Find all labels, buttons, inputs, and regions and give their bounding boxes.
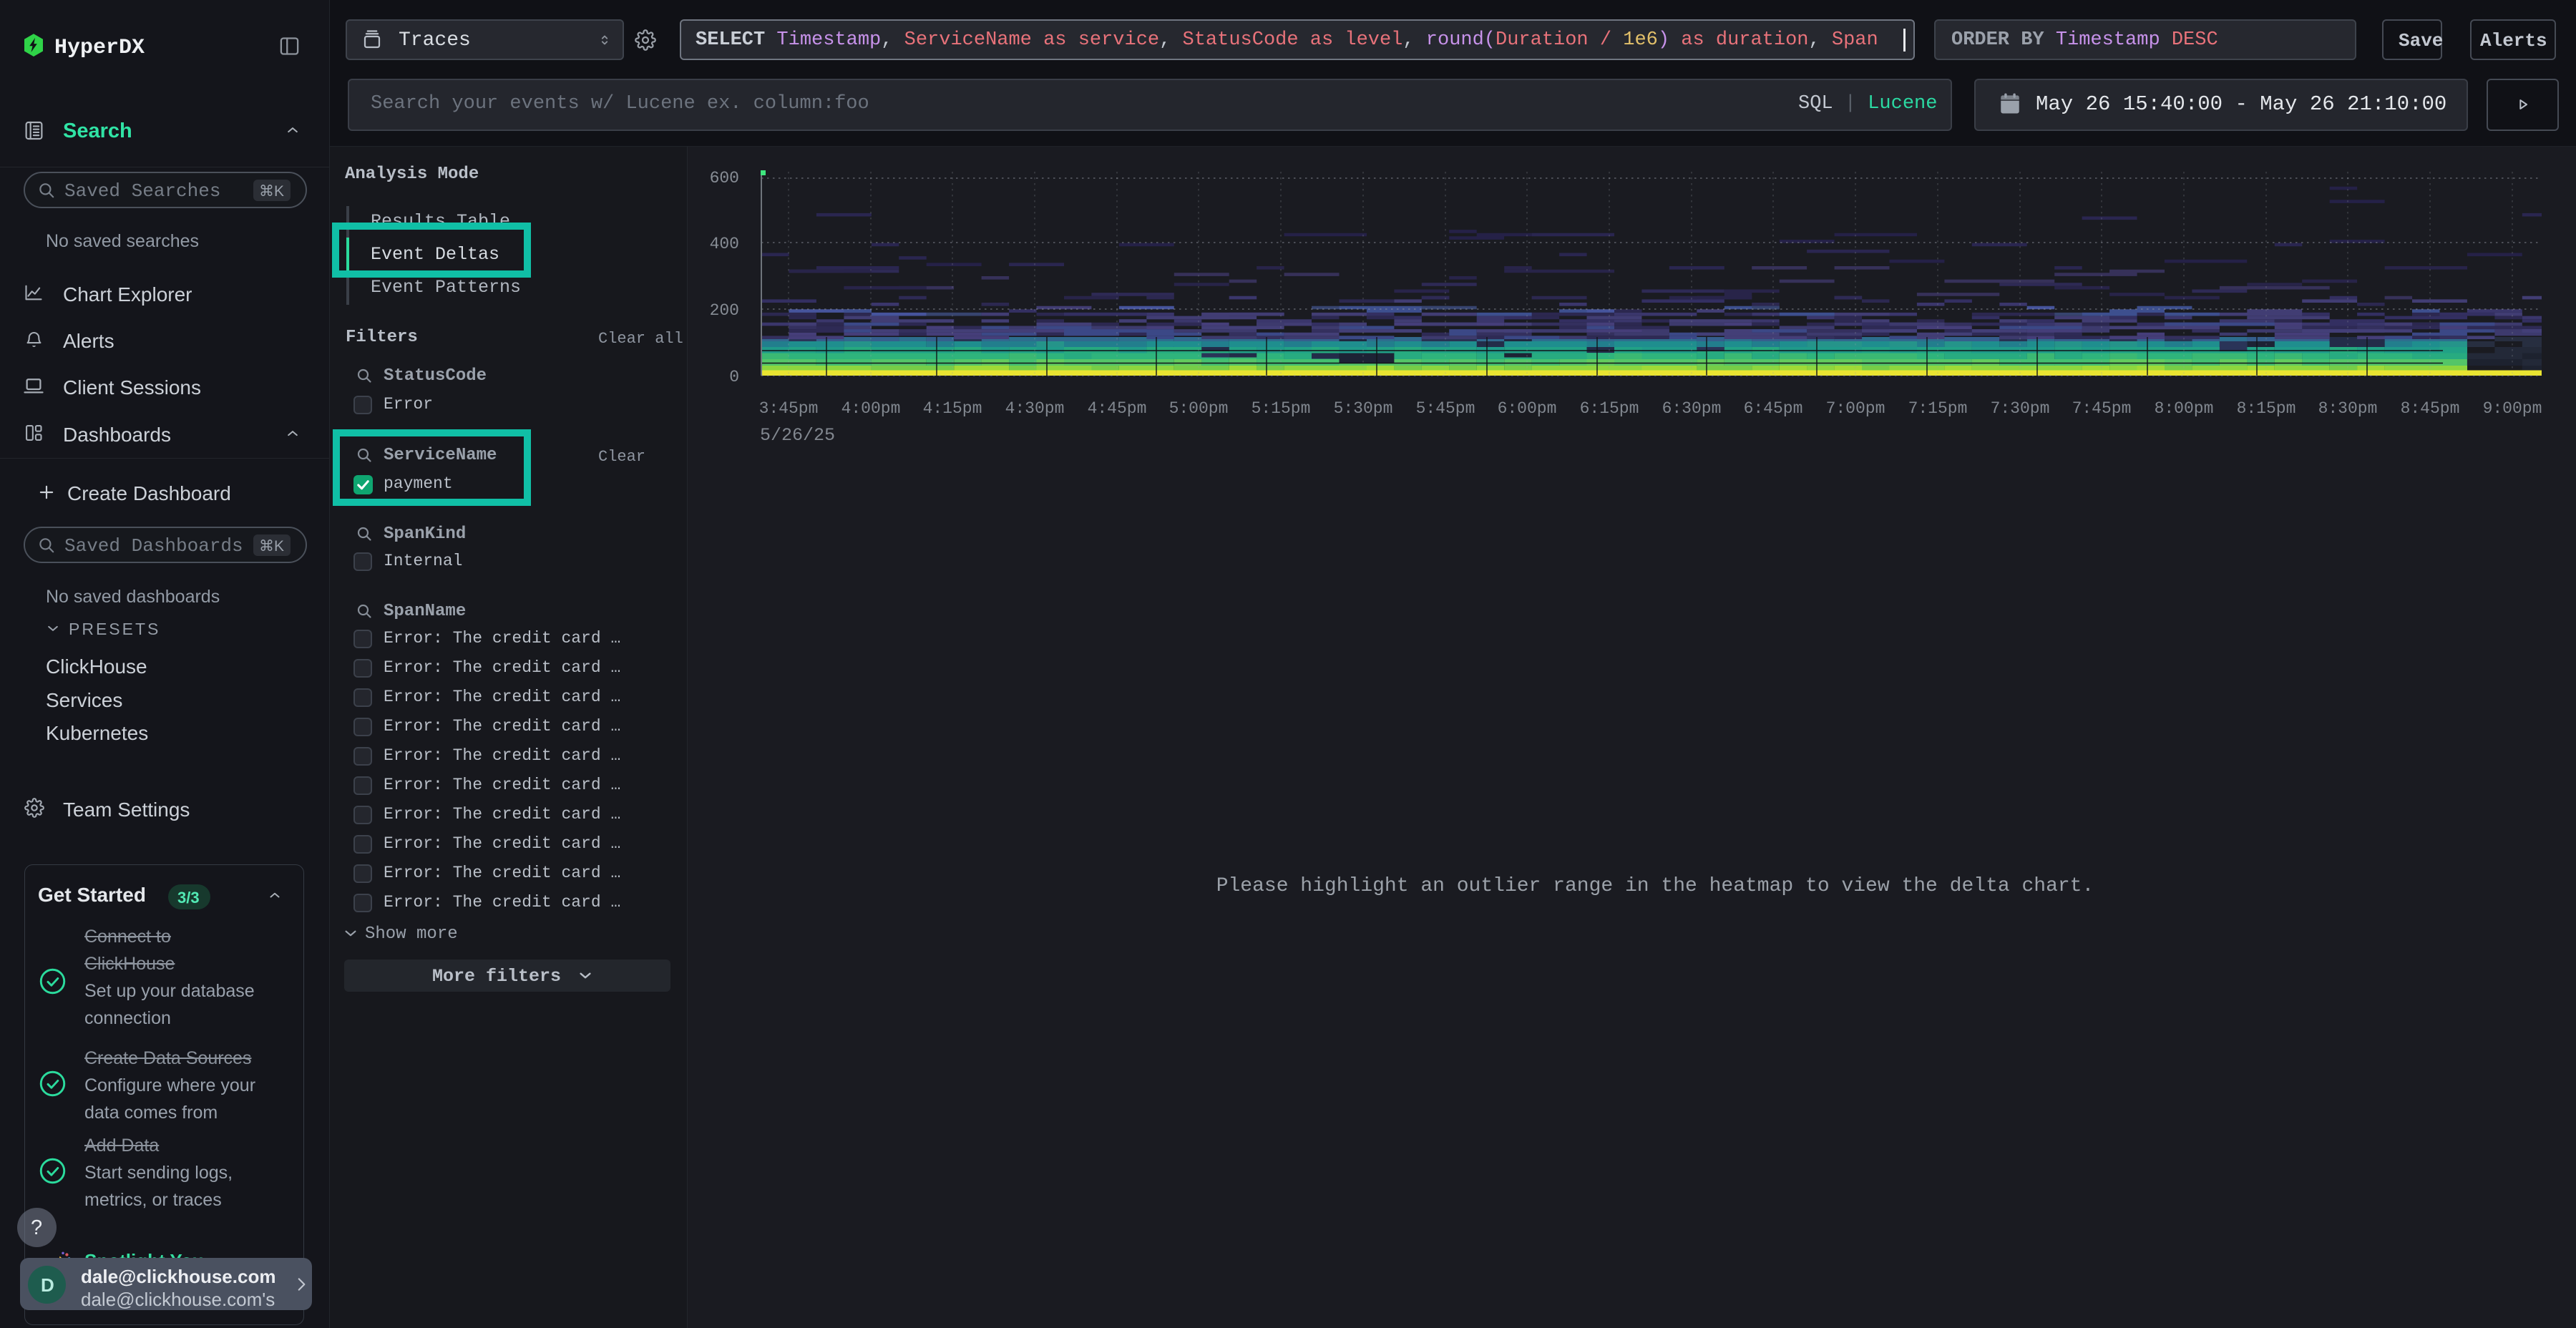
svg-text:0: 0 — [729, 368, 739, 386]
svg-text:7:45pm: 7:45pm — [2072, 399, 2132, 418]
svg-text:8:00pm: 8:00pm — [2155, 399, 2214, 418]
svg-text:6:30pm: 6:30pm — [1662, 399, 1722, 418]
svg-text:5:45pm: 5:45pm — [1416, 399, 1475, 418]
svg-text:5:15pm: 5:15pm — [1252, 399, 1311, 418]
svg-text:5:00pm: 5:00pm — [1169, 399, 1229, 418]
svg-text:6:45pm: 6:45pm — [1744, 399, 1803, 418]
svg-text:600: 600 — [710, 169, 739, 187]
svg-text:200: 200 — [710, 301, 739, 320]
svg-text:4:30pm: 4:30pm — [1005, 399, 1065, 418]
svg-text:7:30pm: 7:30pm — [1991, 399, 2050, 418]
svg-text:7:00pm: 7:00pm — [1826, 399, 1885, 418]
svg-text:6:00pm: 6:00pm — [1498, 399, 1557, 418]
svg-text:4:15pm: 4:15pm — [923, 399, 982, 418]
svg-text:Please highlight an outlier ra: Please highlight an outlier range in the… — [1216, 875, 2094, 897]
svg-text:6:15pm: 6:15pm — [1580, 399, 1639, 418]
svg-text:8:45pm: 8:45pm — [2401, 399, 2460, 418]
svg-text:5/26/25: 5/26/25 — [760, 425, 835, 446]
svg-text:3:45pm: 3:45pm — [759, 399, 819, 418]
svg-text:4:00pm: 4:00pm — [841, 399, 901, 418]
svg-text:400: 400 — [710, 235, 739, 253]
svg-text:4:45pm: 4:45pm — [1088, 399, 1147, 418]
svg-text:7:15pm: 7:15pm — [1908, 399, 1968, 418]
svg-text:8:15pm: 8:15pm — [2237, 399, 2296, 418]
svg-text:8:30pm: 8:30pm — [2318, 399, 2378, 418]
svg-text:5:30pm: 5:30pm — [1334, 399, 1393, 418]
svg-text:9:00pm: 9:00pm — [2483, 399, 2542, 418]
